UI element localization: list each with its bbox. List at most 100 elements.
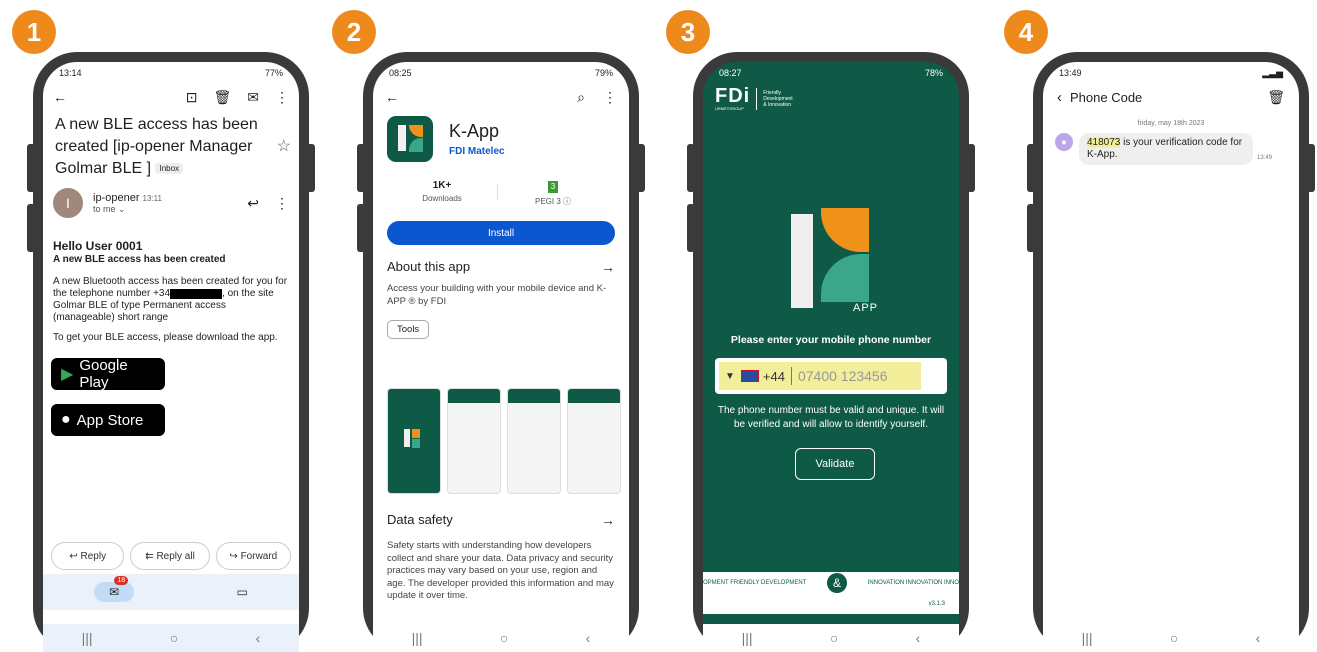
recents-icon[interactable]: ||| [82,630,93,646]
category-chip[interactable]: Tools [387,320,430,339]
step-badge-1: 1 [12,10,56,54]
back-arrow-icon[interactable]: ← [385,90,399,104]
headline: A new BLE access has been created [53,254,226,266]
arrow-right-icon[interactable]: → [601,513,615,527]
sender-name: ip-opener [93,191,140,204]
status-battery: 78% [924,68,943,78]
email-body: Hello User 0001 A new BLE access has bee… [43,240,299,344]
arrow-right-icon[interactable]: → [601,260,615,274]
reply-actions: ↩ Reply ⇇ Reply all ↪ Forward [51,542,291,570]
app-icon [387,116,433,162]
app-name: K-App [449,121,500,141]
about-header[interactable]: About this app → [373,245,629,274]
country-code[interactable]: +44 [763,369,785,384]
home-icon[interactable]: ○ [170,630,178,646]
inbox-tag[interactable]: Inbox [155,163,184,174]
home-icon[interactable]: ○ [830,630,838,646]
message-time: 13:49 [1257,155,1273,161]
more-vert-icon[interactable]: ⋮ [275,196,289,210]
status-time: 13:14 [59,68,82,78]
dropdown-arrow-icon[interactable]: ▼ [725,371,735,382]
phone-number-field[interactable]: 07400 123456 [798,368,888,384]
back-icon[interactable]: ‹ [916,630,921,646]
mail-tab[interactable]: ✉ 18 [94,576,135,602]
date-divider: friday, may 18th 2023 [1137,120,1205,127]
uk-flag-icon[interactable] [740,370,759,382]
app-store-button[interactable]: ● App Store [51,404,165,437]
validate-button[interactable]: Validate [795,448,875,480]
conversation-title: Phone Code [1070,89,1143,105]
screenshot-2[interactable] [447,388,501,494]
delete-icon[interactable]: 🗑 [213,90,231,104]
downloads-value: 1K+ [432,180,452,191]
recents-icon[interactable]: ||| [412,630,423,646]
sender-row: I ip-opener 13:11 to me ⌄ ↩ ⋮ [43,180,299,219]
verification-code: 418073 [1087,137,1121,148]
developer-link[interactable]: FDI Matelec [449,146,505,157]
apple-icon: ● [61,411,71,429]
data-safety-header[interactable]: Data safety → [387,512,615,527]
install-button[interactable]: Install [387,221,615,245]
back-icon[interactable]: ‹ [586,630,591,646]
about-text: Access your building with your mobile de… [387,283,607,307]
phone-prompt: Please enter your mobile phone number [730,334,932,346]
step-badge-2: 2 [332,10,376,54]
home-icon[interactable]: ○ [1170,630,1178,646]
back-chevron-icon[interactable]: ‹ [1057,89,1062,106]
version-label: v3.1.3 [703,594,959,614]
message-bubble[interactable]: 418073 is your verification code for K-A… [1079,133,1253,165]
status-bar: 13:49 ▂▃▅ [1043,62,1299,84]
message-row: ● 418073 is your verification code for K… [1043,127,1299,165]
recents-icon[interactable]: ||| [742,630,753,646]
redacted-number [170,288,223,299]
video-tab-icon[interactable]: ▭ [236,585,247,599]
mail-icon[interactable]: ✉ [247,90,259,104]
phone-k-app: 08:27 78% FDi URMETGROUP Friendly Develo… [687,52,975,652]
back-icon[interactable]: ‹ [256,630,261,646]
app-stats: 1K+ Downloads 3 PEGI 3 ⓘ [373,176,629,207]
more-vert-icon[interactable]: ⋮ [275,90,289,104]
fdi-logo-text: FDi [715,85,751,107]
phone-email: 13:14 77% ← ⊡ 🗑 ✉ ⋮ A new BLE access has… [27,52,315,652]
phone-info: The phone number must be valid and uniqu… [717,405,945,430]
avatar[interactable]: I [53,188,83,219]
data-safety-title: Data safety [387,512,453,527]
signal-icon: ▂▃▅ [1262,67,1283,78]
forward-button[interactable]: ↪ Forward [215,542,291,570]
recipient[interactable]: to me [93,204,116,214]
delete-icon[interactable]: 🗑 [1267,90,1285,104]
app-label: APP [853,302,879,314]
status-bar: 08:25 79% [373,62,629,84]
system-nav-bar: ||| ○ ‹ [1043,624,1299,652]
screenshot-1[interactable] [387,388,441,494]
phone-input[interactable]: ▼ +44 07400 123456 [715,358,947,394]
greeting: Hello User 0001 [53,239,143,254]
paragraph-2: To get your BLE access, please download … [53,332,278,344]
pegi-label[interactable]: PEGI 3 ⓘ [498,196,608,207]
contact-avatar-icon[interactable]: ● [1055,133,1073,151]
recents-icon[interactable]: ||| [1082,630,1093,646]
archive-icon[interactable]: ⊡ [186,90,198,104]
reply-button[interactable]: ↩ Reply [51,542,125,570]
back-icon[interactable]: ‹ [1256,630,1261,646]
mail-count-badge: 18 [114,576,129,585]
step-badge-4: 4 [1004,10,1048,54]
screenshot-3[interactable] [507,388,561,494]
about-title: About this app [387,259,471,274]
ticker-band: OPMENT FRIENDLY DEVELOPMENT & INNOVATION… [703,572,959,594]
screenshot-4[interactable] [567,388,621,494]
sender-time: 13:11 [142,193,162,203]
google-play-button[interactable]: ▶ Google Play [51,357,165,391]
star-icon[interactable]: ☆ [277,136,291,158]
reply-icon[interactable]: ↩ [247,196,259,210]
more-vert-icon[interactable]: ⋮ [603,90,617,104]
search-icon[interactable]: ⌕ [577,90,585,104]
status-time: 08:27 [719,68,742,78]
home-icon[interactable]: ○ [500,630,508,646]
data-safety-text: Safety starts with understanding how dev… [387,540,614,601]
back-arrow-icon[interactable]: ← [53,90,67,104]
ampersand-badge: & [827,573,848,593]
phone-play-store: 08:25 79% ← ⌕ ⋮ K-App FDI Matelec 1K+ Do… [357,52,645,652]
system-nav-bar: ||| ○ ‹ [43,624,299,652]
reply-all-button[interactable]: ⇇ Reply all [130,542,210,570]
